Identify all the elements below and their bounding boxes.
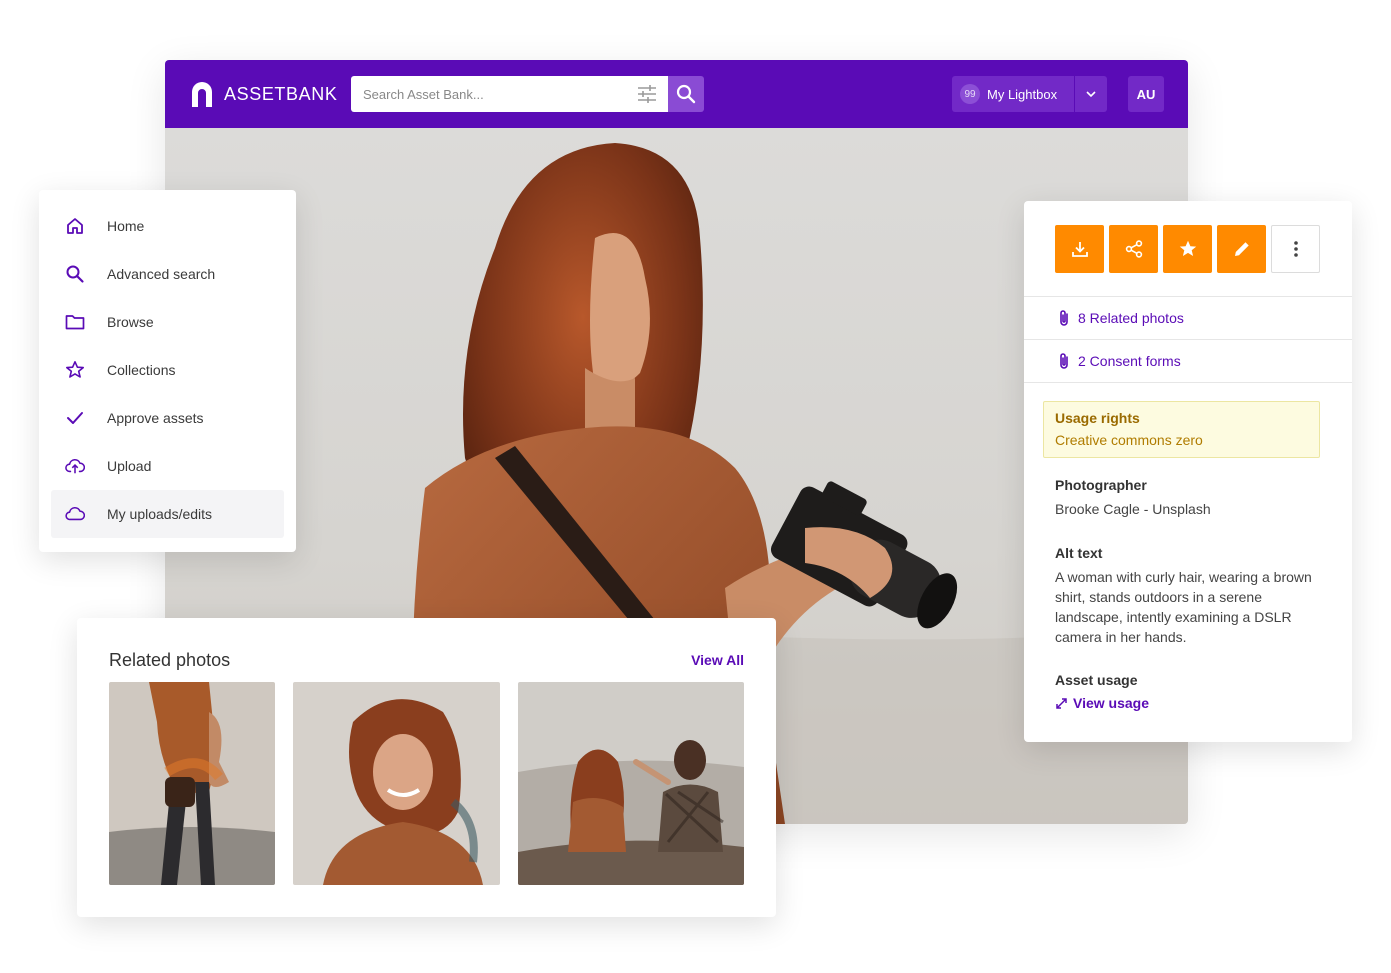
search-bar [351, 76, 704, 112]
two-people-sitting-thumbnail [518, 682, 744, 885]
lightbox-label: My Lightbox [987, 86, 1058, 102]
sidebar-item-approve-assets[interactable]: Approve assets [51, 394, 284, 442]
lightbox-control: 99 My Lightbox [952, 76, 1107, 112]
download-icon [1071, 242, 1088, 257]
search-button[interactable] [668, 76, 704, 112]
chevron-down-icon [1086, 91, 1096, 98]
related-photo-thumbnail-2[interactable] [293, 682, 500, 885]
divider [1024, 382, 1352, 383]
asset-usage-label: Asset usage [1055, 672, 1138, 688]
sidebar-item-my-uploads-edits[interactable]: My uploads/edits [51, 490, 284, 538]
sidebar-item-label: Collections [107, 362, 176, 378]
sidebar-item-label: My uploads/edits [107, 506, 213, 522]
check-icon [65, 408, 85, 428]
related-photo-thumbnail-3[interactable] [518, 682, 744, 885]
sidebar-navigation: Home Advanced search Browse Collections … [39, 190, 296, 552]
sidebar-item-label: Advanced search [107, 266, 216, 282]
search-input[interactable] [351, 76, 668, 112]
share-icon [1125, 240, 1142, 258]
star-icon [1179, 240, 1196, 256]
brand[interactable]: ASSETBANK [189, 80, 337, 108]
photographer-label: Photographer [1055, 477, 1147, 493]
filter-sliders-icon[interactable] [636, 84, 658, 104]
consent-forms-link[interactable]: 2 Consent forms [1058, 352, 1181, 370]
more-vertical-icon [1293, 241, 1298, 257]
edit-button[interactable] [1217, 225, 1266, 273]
usage-rights-value: Creative commons zero [1055, 432, 1203, 448]
cloud-upload-icon [65, 456, 85, 476]
sidebar-item-label: Browse [107, 314, 154, 330]
sidebar-item-label: Approve assets [107, 410, 204, 426]
sidebar-item-collections[interactable]: Collections [51, 346, 284, 394]
download-button[interactable] [1055, 225, 1104, 273]
search-icon [676, 84, 696, 104]
consent-forms-link-label: 2 Consent forms [1078, 353, 1181, 369]
related-photos-link-label: 8 Related photos [1078, 310, 1184, 326]
assetbank-logo-icon [192, 82, 212, 107]
cloud-icon [65, 504, 85, 524]
view-all-link[interactable]: View All [691, 652, 744, 668]
brand-name: ASSETBANK [224, 83, 338, 104]
page: ASSETBANK Search Asset Bank... 99 My Lig… [0, 0, 1391, 973]
divider [1024, 339, 1352, 340]
sidebar-item-advanced-search[interactable]: Advanced search [51, 250, 284, 298]
related-photo-thumbnail-1[interactable] [109, 682, 275, 885]
person-holding-camera-thumbnail [109, 682, 275, 885]
star-icon [65, 360, 85, 380]
asset-actions-toolbar [1055, 225, 1325, 273]
favourite-button[interactable] [1163, 225, 1212, 273]
top-navigation-bar: ASSETBANK Search Asset Bank... 99 My Lig… [165, 60, 1188, 128]
view-usage-label: View usage [1073, 695, 1150, 711]
alt-text-label: Alt text [1055, 545, 1103, 561]
asset-details-panel: 8 Related photos 2 Consent forms Usage r… [1024, 201, 1352, 742]
related-photos-title: Related photos [109, 650, 231, 670]
sidebar-item-label: Home [107, 218, 145, 234]
smiling-woman-thumbnail [293, 682, 500, 885]
photographer-value: Brooke Cagle - Unsplash [1055, 501, 1211, 517]
search-icon [65, 264, 85, 284]
home-icon [65, 216, 85, 236]
sidebar-item-home[interactable]: Home [51, 202, 284, 250]
sidebar-item-upload[interactable]: Upload [51, 442, 284, 490]
paperclip-icon [1060, 310, 1068, 326]
my-lightbox-button[interactable]: 99 My Lightbox [952, 76, 1074, 112]
share-button[interactable] [1109, 225, 1158, 273]
expand-arrows-icon [1056, 697, 1067, 709]
user-avatar[interactable]: AU [1128, 76, 1164, 112]
folder-icon [65, 312, 85, 332]
related-photos-card: Related photos View All [77, 618, 776, 917]
usage-rights-box: Usage rights Creative commons zero [1043, 401, 1320, 458]
edit-pencil-icon [1234, 242, 1249, 256]
view-usage-link[interactable]: View usage [1055, 695, 1149, 711]
sidebar-item-label: Upload [107, 458, 152, 474]
related-photos-link[interactable]: 8 Related photos [1058, 309, 1184, 327]
more-options-button[interactable] [1271, 225, 1320, 273]
sidebar-item-browse[interactable]: Browse [51, 298, 284, 346]
lightbox-dropdown-button[interactable] [1074, 76, 1107, 112]
divider [1024, 296, 1352, 297]
alt-text-value: A woman with curly hair, wearing a brown… [1055, 569, 1312, 645]
lightbox-count-badge: 99 [960, 84, 980, 104]
usage-rights-label: Usage rights [1055, 410, 1140, 426]
paperclip-icon [1060, 353, 1068, 369]
